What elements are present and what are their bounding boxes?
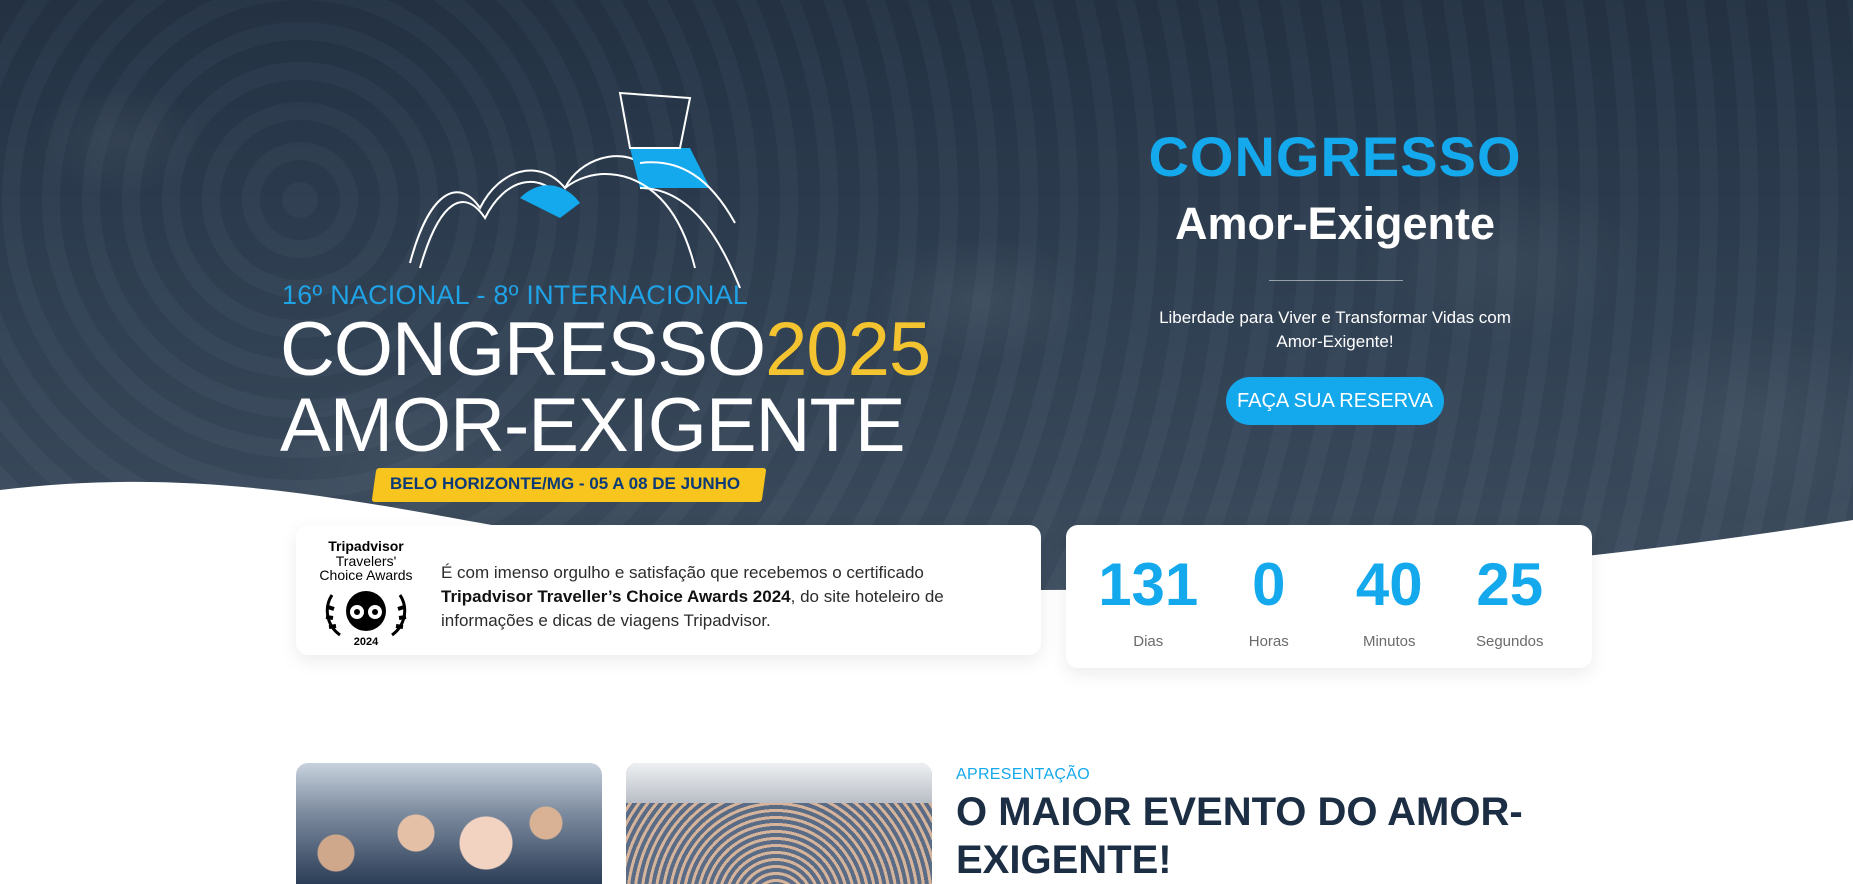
countdown-days: 131 Dias: [1088, 525, 1209, 668]
owl-laurel-icon: 2024: [325, 591, 407, 647]
countdown-minutes-label: Minutos: [1362, 633, 1416, 650]
award-logo-line3: Choice Awards: [319, 567, 413, 583]
tripadvisor-award-logo: Tripadvisor Travelers' Choice Awards 202…: [310, 539, 422, 649]
countdown-days-value: 131: [1098, 551, 1199, 618]
award-logo-year: 2024: [354, 636, 379, 647]
hero-bottom-curve: [0, 481, 1853, 590]
award-card: Tripadvisor Travelers' Choice Awards 202…: [296, 525, 1041, 655]
countdown-seconds-label: Segundos: [1475, 633, 1544, 650]
countdown-hours-label: Horas: [1248, 633, 1289, 650]
award-text-bold: Tripadvisor Traveller’s Choice Awards 20…: [441, 587, 791, 606]
countdown-days-label: Dias: [1133, 633, 1164, 650]
award-text-before: É com imenso orgulho e satisfação que re…: [441, 563, 924, 582]
event-photo-audience-smiling: [296, 763, 602, 884]
countdown-hours-value: 0: [1252, 551, 1286, 618]
section-eyebrow: APRESENTAÇÃO: [956, 766, 1090, 783]
countdown-seconds: 25 Segundos: [1450, 525, 1571, 668]
award-logo-line2: Travelers': [335, 553, 397, 569]
section-title: O MAIOR EVENTO DO AMOR-EXIGENTE!: [956, 790, 1523, 882]
award-logo-brand: Tripadvisor: [328, 538, 404, 554]
countdown-hours: 0 Horas: [1209, 525, 1330, 668]
hero-section: 16º NACIONAL - 8º INTERNACIONAL CONGRESS…: [0, 0, 1853, 590]
event-photo-auditorium: [626, 763, 932, 884]
countdown-minutes-value: 40: [1355, 551, 1423, 618]
countdown-seconds-value: 25: [1476, 551, 1544, 618]
award-description: É com imenso orgulho e satisfação que re…: [441, 561, 1001, 633]
countdown-timer: 131 Dias 0 Horas 40 Minutos 25 Segundos: [1066, 525, 1592, 668]
countdown-minutes: 40 Minutos: [1329, 525, 1450, 668]
